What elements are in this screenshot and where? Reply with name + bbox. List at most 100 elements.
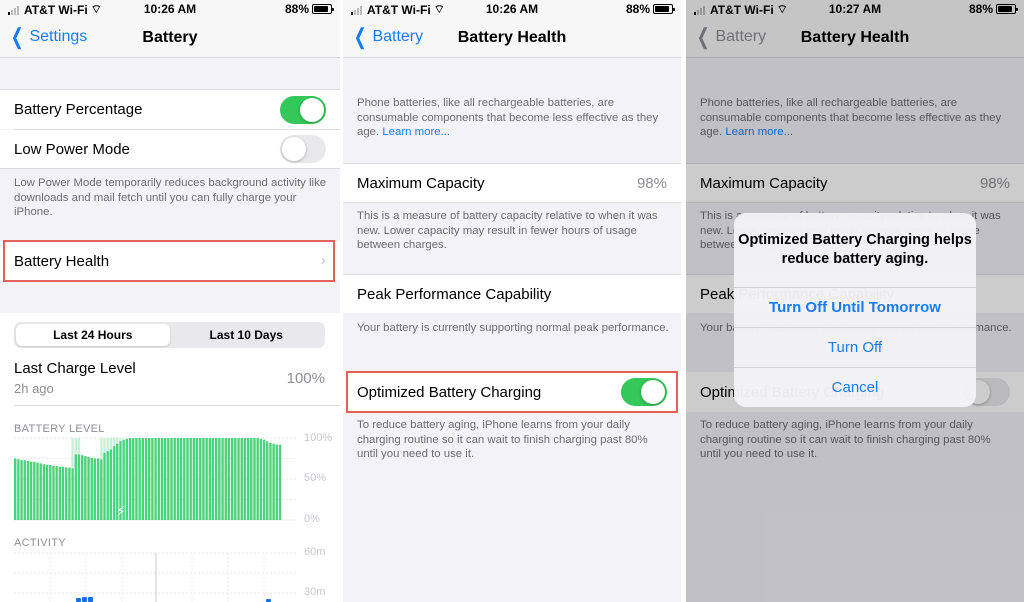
maximum-capacity-row: Maximum Capacity 98% [343, 164, 681, 202]
battery-bar [170, 438, 173, 520]
alert-title: Optimized Battery Charging helps reduce … [738, 232, 972, 267]
battery-percentage-toggle[interactable] [280, 95, 326, 124]
battery-bar [211, 438, 215, 520]
maximum-capacity-label: Maximum Capacity [357, 174, 485, 192]
y-tick-100: 100% [304, 432, 333, 444]
battery-bar [36, 462, 39, 520]
battery-bar [218, 438, 221, 520]
battery-bar [269, 442, 272, 520]
battery-percent: 88% [625, 2, 650, 16]
battery-bar [167, 438, 170, 520]
battery-bar [253, 438, 256, 520]
battery-bar [52, 465, 55, 520]
battery-bar [202, 438, 205, 520]
charging-bar [77, 438, 81, 455]
page-title: Battery [142, 29, 198, 46]
battery-bar [55, 465, 58, 520]
last-charge-time: 2h ago [14, 381, 54, 396]
battery-bar [42, 464, 46, 520]
charging-bar [119, 438, 122, 442]
battery-bar [195, 438, 199, 520]
optimized-charging-footer: To reduce battery aging, iPhone learns f… [357, 419, 648, 460]
battery-bar [259, 438, 263, 520]
page-title: Battery Health [457, 29, 567, 46]
battery-bar [256, 438, 259, 520]
peak-performance-label: Peak Performance Capability [357, 285, 552, 303]
battery-bar [77, 454, 81, 520]
activity-bar [88, 597, 93, 602]
battery-bar [65, 467, 68, 520]
y-tick-50: 50% [304, 472, 327, 484]
battery-bar [71, 468, 74, 520]
battery-bar [157, 438, 160, 520]
low-power-mode-toggle[interactable] [280, 135, 326, 163]
battery-bar [135, 438, 138, 520]
divider [14, 405, 340, 406]
charging-bar [109, 438, 113, 450]
battery-bar [81, 455, 84, 520]
battery-bar [61, 466, 65, 520]
last-charge-value: 100% [286, 370, 325, 387]
battery-bar [90, 457, 93, 520]
segment-last-24-hours[interactable]: Last 24 Hours [16, 324, 170, 346]
battery-bar [39, 463, 42, 520]
battery-bar [132, 438, 135, 520]
battery-bar [106, 451, 109, 520]
peak-performance-footer: Your battery is currently supporting nor… [357, 322, 669, 334]
battery-percentage-label: Battery Percentage [14, 101, 143, 118]
status-bar: AT&T Wi-Fi ⌔ 10:26 AM 88% [0, 0, 340, 18]
battery-bar [179, 438, 183, 520]
nav-bar: ❮ Settings Battery [0, 18, 340, 58]
battery-bar [266, 441, 269, 520]
battery-bar [199, 438, 202, 520]
cancel-button[interactable]: Cancel [734, 367, 976, 407]
battery-bar [141, 438, 145, 520]
battery-bar [208, 438, 212, 520]
battery-bar [23, 460, 26, 520]
intro-text: Phone batteries, like all rechargeable b… [357, 96, 669, 140]
y-tick-60m: 60m [304, 546, 326, 558]
battery-bar [246, 438, 250, 520]
maximum-capacity-value: 98% [636, 174, 667, 192]
battery-bar [250, 438, 253, 520]
charging-bar [106, 438, 109, 452]
battery-bar [148, 438, 151, 520]
battery-bar [221, 438, 224, 520]
battery-bar [272, 443, 275, 520]
battery-icon [312, 4, 334, 14]
battery-bar [17, 459, 20, 520]
status-bar: AT&T Wi-Fi ⌔ 10:26 AM 88% [343, 0, 681, 18]
battery-bar [154, 438, 157, 520]
battery-bar [205, 438, 208, 520]
learn-more-link[interactable]: Learn more... [382, 126, 450, 138]
low-power-footer: Low Power Mode temporarily reduces backg… [14, 177, 327, 218]
battery-percent: 88% [284, 2, 309, 16]
charging-bar [116, 438, 119, 444]
battery-bar [26, 460, 30, 520]
low-power-mode-row: Low Power Mode [0, 130, 340, 168]
battery-bar [278, 444, 282, 520]
battery-bar [93, 458, 97, 520]
activity-bar [76, 598, 81, 602]
divider [343, 202, 681, 203]
charging-bar [112, 438, 116, 447]
battery-icon [653, 4, 675, 14]
battery-bar [144, 438, 148, 520]
charging-bar [103, 438, 106, 453]
battery-bar [176, 438, 180, 520]
battery-bar [68, 467, 71, 520]
battery-bar [240, 438, 243, 520]
battery-bar [243, 438, 247, 520]
battery-bar [215, 438, 218, 520]
battery-bar [14, 458, 17, 520]
highlight-box [346, 371, 678, 413]
battery-bar [262, 439, 266, 520]
segment-last-10-days[interactable]: Last 10 Days [170, 324, 324, 346]
highlight-box [3, 240, 335, 282]
battery-bar [96, 458, 100, 520]
nav-bar: ❮ Battery Battery Health [343, 18, 681, 58]
turn-off-button[interactable]: Turn Off [734, 327, 976, 367]
turn-off-until-tomorrow-button[interactable]: Turn Off Until Tomorrow [734, 287, 976, 327]
battery-bar [237, 438, 240, 520]
divider [0, 168, 340, 169]
